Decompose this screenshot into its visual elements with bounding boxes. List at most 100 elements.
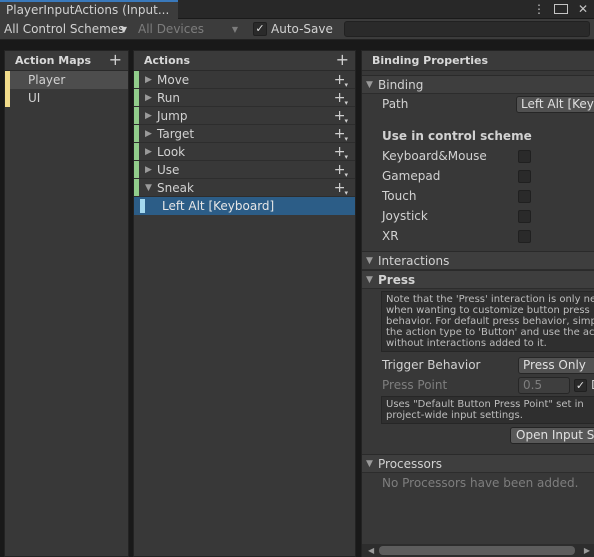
scheme-checkbox[interactable] — [518, 170, 531, 183]
open-input-settings-button[interactable]: Open Input Se — [510, 427, 594, 444]
add-binding-icon[interactable]: +▾ — [334, 125, 349, 145]
action-item-sneak[interactable]: ▼ Sneak +▾ — [134, 179, 355, 197]
actions-list: ▶ Move +▾ ▶ Run +▾ ▶ Jump +▾ ▶ Target +▾… — [134, 71, 355, 215]
interactions-section-title: Interactions — [378, 254, 450, 268]
action-item-jump[interactable]: ▶ Jump +▾ — [134, 107, 355, 125]
collapse-arrow-icon[interactable]: ▼ — [145, 179, 152, 197]
action-label: Look — [157, 145, 186, 159]
scheme-checkbox[interactable] — [518, 190, 531, 203]
action-marker — [134, 71, 139, 88]
action-item-run[interactable]: ▶ Run +▾ — [134, 89, 355, 107]
map-marker — [5, 71, 10, 89]
action-item-use[interactable]: ▶ Use +▾ — [134, 161, 355, 179]
trigger-behavior-row: Trigger Behavior Press Only — [362, 355, 594, 375]
action-map-label: Player — [28, 73, 66, 87]
auto-save-label: Auto-Save — [271, 22, 333, 36]
expand-arrow-icon[interactable]: ▶ — [145, 143, 152, 161]
maximize-icon[interactable] — [554, 1, 568, 18]
action-marker — [134, 125, 139, 142]
control-scheme-heading: Use in control scheme — [382, 129, 532, 143]
binding-section[interactable]: ▼ Binding — [362, 75, 594, 94]
binding-item-left-alt[interactable]: Left Alt [Keyboard] — [134, 197, 355, 215]
binding-properties-header: Binding Properties — [362, 51, 594, 71]
scheme-label: XR — [382, 229, 399, 243]
scheme-checkbox[interactable] — [518, 150, 531, 163]
binding-properties-pane: Binding Properties ▼ Binding Path Left A… — [361, 50, 594, 557]
trigger-behavior-dropdown[interactable]: Press Only — [518, 357, 594, 374]
path-dropdown[interactable]: Left Alt [Keyb — [516, 96, 594, 113]
action-maps-header: Action Maps + — [5, 50, 128, 71]
action-map-item-player[interactable]: Player — [5, 71, 128, 89]
expand-arrow-icon[interactable]: ▶ — [145, 125, 152, 143]
binding-section-title: Binding — [378, 78, 424, 92]
press-point-field[interactable]: 0.5 — [518, 377, 570, 394]
scroll-right-icon[interactable]: ▶ — [584, 544, 590, 557]
action-maps-title: Action Maps — [15, 54, 92, 67]
press-point-default-checkbox[interactable]: ✓ — [574, 379, 587, 392]
action-map-label: UI — [28, 91, 41, 105]
press-interaction-section[interactable]: ▼ Press — [362, 270, 594, 289]
toolbar: All Control Schemes ▼ All Devices ▼ ✓ Au… — [0, 19, 594, 40]
expand-arrow-icon[interactable]: ▶ — [145, 71, 152, 89]
action-label: Target — [157, 127, 195, 141]
add-action-button[interactable]: + — [336, 50, 349, 70]
auto-save-checkbox[interactable]: ✓ — [253, 22, 267, 36]
search-input[interactable] — [344, 21, 590, 37]
more-options-icon[interactable]: ⋮ — [532, 1, 546, 18]
horizontal-scrollbar[interactable]: ◀ ▶ — [362, 544, 594, 557]
collapse-arrow-icon: ▼ — [366, 275, 373, 285]
action-label: Move — [157, 73, 190, 87]
window-tab[interactable]: PlayerInputActions (Input... — [0, 0, 178, 19]
expand-arrow-icon[interactable]: ▶ — [145, 89, 152, 107]
add-binding-icon[interactable]: +▾ — [334, 179, 349, 199]
collapse-arrow-icon: ▼ — [366, 80, 373, 90]
add-binding-icon[interactable]: +▾ — [334, 161, 349, 181]
add-binding-icon[interactable]: +▾ — [334, 89, 349, 109]
trigger-behavior-label: Trigger Behavior — [382, 358, 481, 372]
action-marker — [134, 161, 139, 178]
control-schemes-dropdown[interactable]: All Control Schemes ▼ — [0, 20, 131, 39]
action-label: Jump — [157, 109, 188, 123]
scrollbar-thumb[interactable] — [379, 546, 575, 555]
collapse-arrow-icon: ▼ — [366, 459, 373, 469]
chevron-down-icon: ▼ — [231, 25, 238, 34]
devices-value: All Devices — [138, 22, 204, 36]
press-point-row: Press Point 0.5 ✓ D — [362, 375, 594, 395]
close-icon[interactable]: ✕ — [576, 1, 590, 18]
scheme-label: Keyboard&Mouse — [382, 149, 487, 163]
scheme-checkbox[interactable] — [518, 230, 531, 243]
scheme-label: Touch — [382, 189, 417, 203]
press-point-help-box: Uses "Default Button Press Point" set in… — [381, 396, 594, 424]
scheme-label: Gamepad — [382, 169, 441, 183]
action-marker — [134, 89, 139, 106]
scroll-left-icon[interactable]: ◀ — [368, 544, 374, 557]
action-label: Use — [157, 163, 180, 177]
devices-dropdown[interactable]: All Devices ▼ — [134, 20, 242, 39]
expand-arrow-icon[interactable]: ▶ — [145, 107, 152, 125]
action-map-item-ui[interactable]: UI — [5, 89, 128, 107]
add-binding-icon[interactable]: +▾ — [334, 71, 349, 91]
window-titlebar: PlayerInputActions (Input... ⋮ ✕ — [0, 0, 594, 19]
expand-arrow-icon[interactable]: ▶ — [145, 161, 152, 179]
action-item-move[interactable]: ▶ Move +▾ — [134, 71, 355, 89]
scheme-row-touch: Touch — [362, 186, 594, 206]
scheme-checkbox[interactable] — [518, 210, 531, 223]
press-help-box: Note that the 'Press' interaction is onl… — [381, 291, 594, 352]
add-binding-icon[interactable]: +▾ — [334, 143, 349, 163]
processors-section[interactable]: ▼ Processors — [362, 454, 594, 473]
action-label: Sneak — [157, 181, 194, 195]
add-action-map-button[interactable]: + — [109, 50, 122, 70]
action-item-target[interactable]: ▶ Target +▾ — [134, 125, 355, 143]
actions-pane: Actions + ▶ Move +▾ ▶ Run +▾ ▶ Jump +▾ ▶… — [133, 50, 356, 557]
scheme-row-xr: XR — [362, 226, 594, 246]
action-item-look[interactable]: ▶ Look +▾ — [134, 143, 355, 161]
interactions-section[interactable]: ▼ Interactions — [362, 251, 594, 270]
actions-header: Actions + — [134, 50, 355, 71]
window-controls: ⋮ ✕ — [532, 1, 590, 18]
map-marker — [5, 89, 10, 107]
press-point-label: Press Point — [382, 378, 448, 392]
control-schemes-value: All Control Schemes — [4, 22, 125, 36]
processors-empty-message: No Processors have been added. — [382, 476, 579, 490]
scheme-row-gamepad: Gamepad — [362, 166, 594, 186]
add-binding-icon[interactable]: +▾ — [334, 107, 349, 127]
